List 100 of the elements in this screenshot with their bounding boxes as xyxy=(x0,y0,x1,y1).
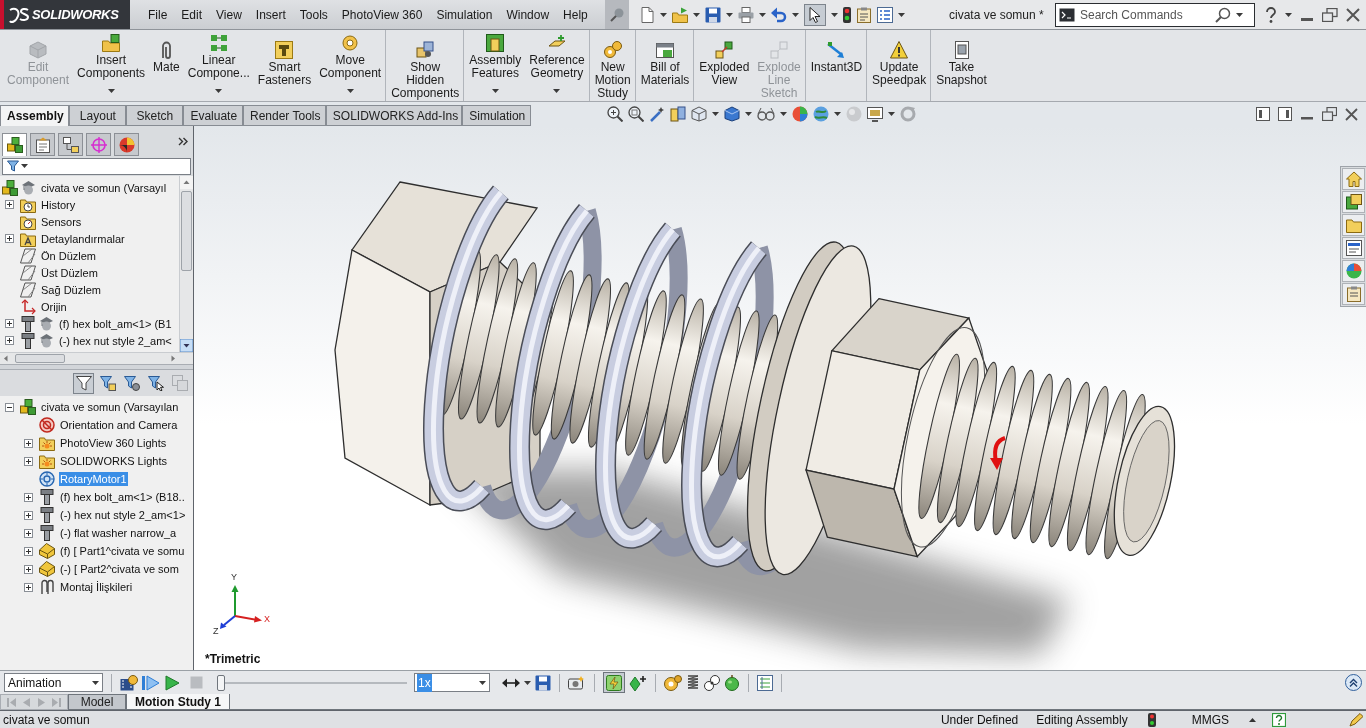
expand-icon[interactable] xyxy=(5,200,14,209)
spring-icon[interactable] xyxy=(686,674,700,691)
gears-icon[interactable] xyxy=(603,41,622,59)
help-icon[interactable] xyxy=(1272,712,1286,727)
caret-icon[interactable] xyxy=(831,12,838,17)
command-tab[interactable]: Layout xyxy=(69,105,127,126)
play-icon[interactable] xyxy=(164,674,180,691)
caret-icon[interactable] xyxy=(21,164,28,168)
command-tab[interactable]: Render Tools xyxy=(243,105,326,126)
pattern-squares-icon[interactable] xyxy=(209,34,228,52)
tile-vertical-icon[interactable] xyxy=(1278,107,1292,121)
caret-icon[interactable] xyxy=(888,112,895,116)
tree-item-label[interactable]: Montaj İlişkileri xyxy=(59,580,134,594)
tile-horizontal-icon[interactable] xyxy=(1256,107,1270,121)
scene-globe-icon[interactable] xyxy=(813,106,829,122)
contact-icon[interactable] xyxy=(704,674,720,691)
play-from-start-icon[interactable] xyxy=(142,674,160,691)
clipboard-icon[interactable] xyxy=(856,6,872,23)
caret-icon[interactable] xyxy=(834,112,841,116)
exploded-blocks-icon[interactable] xyxy=(715,41,734,59)
checklist-icon[interactable] xyxy=(877,6,893,23)
command-tab[interactable]: Evaluate xyxy=(183,105,243,126)
caret-up-icon[interactable] xyxy=(1249,717,1256,722)
traffic-light-icon[interactable] xyxy=(1147,712,1156,727)
tree-item-label[interactable]: Üst Düzlem xyxy=(40,265,99,280)
ribbon-button[interactable]: Insert Components xyxy=(73,34,150,93)
snapshot-icon[interactable] xyxy=(952,41,971,59)
expand-icon[interactable] xyxy=(24,564,33,574)
command-tab[interactable]: SOLIDWORKS Add-Ins xyxy=(325,105,463,126)
tree-item-label[interactable]: Orijin xyxy=(40,299,68,314)
expand-icon[interactable] xyxy=(24,492,33,502)
scroll-down-icon[interactable] xyxy=(180,339,193,352)
caret-icon[interactable] xyxy=(693,12,700,17)
study-tab[interactable]: Model xyxy=(68,694,126,710)
ribbon-button[interactable]: Move Component xyxy=(315,34,386,93)
feature-box-icon[interactable] xyxy=(486,34,505,52)
bolt-box-icon[interactable] xyxy=(275,41,294,59)
restore-icon[interactable] xyxy=(1322,107,1337,121)
horizontal-scrollbar[interactable] xyxy=(0,352,193,364)
slider-thumb[interactable] xyxy=(217,674,225,691)
menu-item[interactable]: Window xyxy=(499,5,557,24)
tree-item-label[interactable]: (f) hex bolt_am<1> (B1 xyxy=(58,316,173,331)
traffic-light-icon[interactable] xyxy=(843,6,851,23)
expand-icon[interactable] xyxy=(24,438,33,448)
add-key-icon[interactable] xyxy=(629,674,647,691)
filter-field[interactable] xyxy=(2,157,191,175)
expand-icon[interactable] xyxy=(24,528,33,538)
results-plot-icon[interactable] xyxy=(757,674,773,691)
expand-icon[interactable] xyxy=(24,510,33,520)
menu-item[interactable]: Insert xyxy=(248,5,293,24)
ribbon-button[interactable]: Reference Geometry xyxy=(525,34,589,93)
save-icon[interactable] xyxy=(535,674,551,691)
timeline-slider[interactable] xyxy=(217,674,407,691)
ribbon-button[interactable]: Take Snapshot xyxy=(932,34,991,87)
ribbon-button[interactable]: Smart Fasteners xyxy=(253,34,316,87)
caret-icon[interactable] xyxy=(660,12,667,17)
expand-icon[interactable] xyxy=(24,546,33,556)
table-icon[interactable] xyxy=(655,41,674,59)
double-chevron-icon[interactable] xyxy=(178,136,188,146)
ribbon-button[interactable]: Assembly Features xyxy=(465,34,526,93)
open-folder-icon[interactable] xyxy=(672,6,688,23)
monitor-icon[interactable] xyxy=(867,106,883,122)
scrollbar-thumb[interactable] xyxy=(15,354,65,363)
tree-item-label[interactable]: civata ve somun (Varsayıl xyxy=(40,180,168,195)
view-orientation-icon[interactable] xyxy=(691,106,707,122)
tree-item-label[interactable]: History xyxy=(40,197,77,212)
tree-item-label[interactable]: Ön Düzlem xyxy=(40,248,98,263)
tree-item-label[interactable]: (-) hex nut style 2_am< xyxy=(58,333,173,348)
tree-item-label[interactable]: (f) hex bolt_am<1> (B18.. xyxy=(59,490,186,504)
appearance-sphere-icon[interactable] xyxy=(792,106,808,122)
pencil-tag-icon[interactable] xyxy=(1349,712,1363,727)
tree-item-label[interactable]: (-) flat washer narrow_a xyxy=(59,526,178,540)
save-icon[interactable] xyxy=(705,6,721,23)
caret-icon[interactable] xyxy=(792,12,799,17)
menu-item[interactable]: Simulation xyxy=(429,5,500,24)
caret-icon[interactable] xyxy=(215,89,223,93)
caret-icon[interactable] xyxy=(107,89,115,93)
magic-wand-icon[interactable] xyxy=(649,106,665,122)
menu-item[interactable]: Edit xyxy=(174,5,210,24)
printer-icon[interactable] xyxy=(738,6,754,23)
vertical-scrollbar[interactable] xyxy=(179,176,193,352)
menu-item[interactable]: File xyxy=(141,5,175,24)
warning-triangle-icon[interactable] xyxy=(890,41,909,59)
new-document-icon[interactable] xyxy=(639,6,655,23)
folder-cube-icon[interactable] xyxy=(102,34,121,52)
caret-icon[interactable] xyxy=(346,89,354,93)
section-view-icon[interactable] xyxy=(670,106,686,122)
zoom-to-fit-icon[interactable] xyxy=(607,106,623,122)
scrollbar-thumb[interactable] xyxy=(181,191,192,271)
caret-icon[interactable] xyxy=(491,89,499,93)
gears-icon[interactable] xyxy=(664,674,682,691)
tree-item-label[interactable]: (-) hex nut style 2_am<1> xyxy=(59,508,187,522)
tree-item-label[interactable]: (-) [ Part2^civata ve som xyxy=(59,562,180,576)
close-icon[interactable] xyxy=(1346,7,1360,22)
ribbon-button[interactable]: New Motion Study xyxy=(590,34,635,100)
ribbon-button[interactable]: Show Hidden Components xyxy=(387,34,464,100)
search-box[interactable]: Search Commands xyxy=(1055,2,1255,27)
filter-icon[interactable] xyxy=(7,160,19,172)
ribbon-button[interactable]: Linear Compone... xyxy=(183,34,254,93)
rotate-arrows-icon[interactable] xyxy=(341,34,360,52)
